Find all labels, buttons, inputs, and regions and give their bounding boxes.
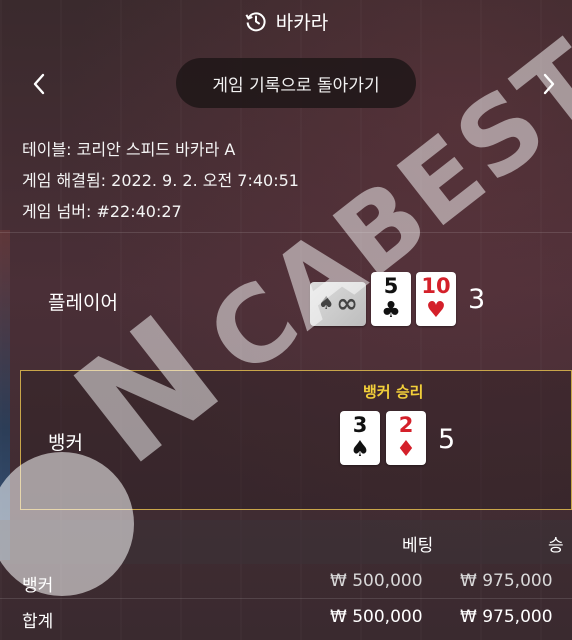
banker-row — [20, 370, 572, 510]
player-score: 3 — [468, 284, 486, 315]
infinity-icon: ∞ — [336, 289, 358, 319]
game-info: 테이블: 코리안 스피드 바카라 A 게임 해결됨: 2022. 9. 2. 오… — [22, 134, 299, 227]
card-rank: 2 — [398, 413, 414, 437]
table-name: 테이블: 코리안 스피드 바카라 A — [22, 140, 236, 159]
spade-icon: ♠ — [318, 293, 335, 314]
left-edge-strip — [0, 230, 10, 560]
nav-row: 게임 기록으로 돌아가기 — [0, 58, 572, 110]
divider — [0, 232, 572, 233]
player-card-3: 10 ♥ — [416, 272, 456, 326]
club-icon: ♣ — [381, 298, 401, 323]
bet-name: 뱅커 — [22, 576, 54, 596]
banker-label: 뱅커 — [48, 432, 83, 454]
bets-col-win: 승 — [548, 536, 564, 556]
table-row: 합계 ₩ 500,000 ₩ 975,000 — [0, 598, 572, 636]
table-row: 뱅커 ₩ 500,000 ₩ 975,000 — [0, 562, 572, 600]
bet-amount: ₩ 500,000 — [330, 607, 423, 627]
win-amount: ₩ 975,000 — [460, 607, 553, 627]
game-number: 게임 넘버: #22:40:27 — [22, 202, 182, 221]
card-rank: 10 — [421, 274, 451, 298]
diamond-icon: ♦ — [396, 437, 416, 462]
player-card-1: ♠ ∞ — [310, 282, 366, 326]
banker-win-label: 뱅커 승리 — [363, 383, 424, 401]
chevron-right-icon[interactable] — [534, 66, 564, 102]
banker-card-2: 2 ♦ — [386, 411, 426, 465]
chevron-left-icon[interactable] — [24, 66, 54, 102]
player-label: 플레이어 — [48, 292, 118, 314]
card-rank: 3 — [352, 413, 368, 437]
win-amount: ₩ 975,000 — [460, 571, 553, 591]
bet-amount: ₩ 500,000 — [330, 571, 423, 591]
heart-icon: ♥ — [426, 298, 446, 323]
banker-score: 5 — [438, 424, 456, 455]
spade-icon: ♠ — [350, 437, 370, 462]
bet-name: 합계 — [22, 612, 54, 632]
bets-header: 베팅 승 — [0, 520, 572, 564]
back-to-history-button[interactable]: 게임 기록으로 돌아가기 — [176, 58, 416, 108]
resolved-time: 게임 해결됨: 2022. 9. 2. 오전 7:40:51 — [22, 171, 299, 190]
history-icon[interactable] — [244, 9, 268, 33]
page-title: 바카라 — [275, 11, 329, 34]
header: 바카라 — [0, 0, 572, 42]
player-card-2: 5 ♣ — [371, 272, 411, 326]
banker-card-1: 3 ♠ — [340, 411, 380, 465]
card-rank: 5 — [383, 274, 399, 298]
bets-col-bet: 베팅 — [402, 536, 434, 556]
